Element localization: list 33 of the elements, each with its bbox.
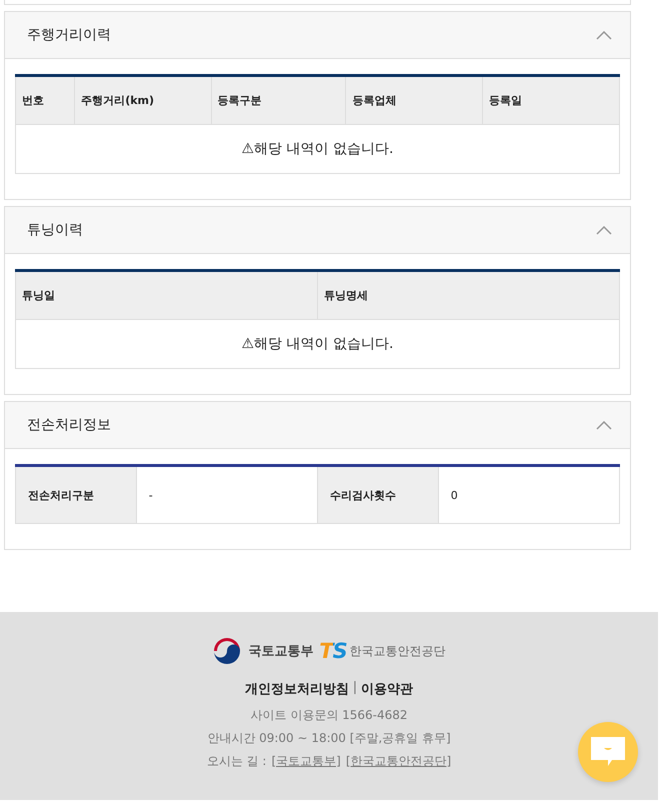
field-value: - <box>136 466 318 524</box>
chevron-up-icon[interactable] <box>596 30 612 40</box>
column-header: 등록구분 <box>211 76 346 124</box>
column-header: 튜닝일 <box>16 270 318 320</box>
empty-message: ⚠해당 내역이 없습니다. <box>16 124 620 174</box>
section-title: 튜닝이력 <box>27 221 83 239</box>
section-header[interactable]: 전손처리정보 <box>5 402 630 449</box>
section-header[interactable]: 튜닝이력 <box>5 207 630 254</box>
section-title: 전손처리정보 <box>27 416 111 434</box>
section-header[interactable]: 주행거리이력 <box>5 12 630 59</box>
footer-link[interactable]: 개인정보처리방침 <box>244 680 349 698</box>
field-label: 수리검사횟수 <box>317 466 438 524</box>
empty-message: ⚠해당 내역이 없습니다. <box>16 320 620 368</box>
field-label: 전손처리구분 <box>16 466 136 524</box>
chat-bubble-icon <box>591 737 625 767</box>
chevron-up-icon[interactable] <box>596 420 612 430</box>
contact-info: 사이트 이용문의 1566-4682 <box>250 707 408 724</box>
field-value: 0 <box>438 466 620 524</box>
column-header: 튜닝명세 <box>318 270 620 320</box>
column-header: 등록업체 <box>346 76 482 124</box>
ts-logo: TS <box>319 640 347 662</box>
ministry-name: 국토교통부 <box>248 643 314 660</box>
column-header: 주행거리(km) <box>74 76 212 124</box>
section-title: 주행거리이력 <box>27 26 111 44</box>
column-header: 번호 <box>16 76 75 124</box>
column-header: 등록일 <box>482 76 620 124</box>
separator: | <box>352 680 358 697</box>
agency-name: 한국교통안전공단 <box>350 642 446 660</box>
emblem-icon <box>212 636 242 666</box>
footer-link[interactable]: 이용약관 <box>361 680 414 698</box>
service-hours: 안내시간 09:00 ~ 18:00 [주말,공휴일 휴무] <box>207 730 451 747</box>
directions-label: 오시는 길 : <box>206 753 266 770</box>
chevron-up-icon[interactable] <box>596 226 612 234</box>
